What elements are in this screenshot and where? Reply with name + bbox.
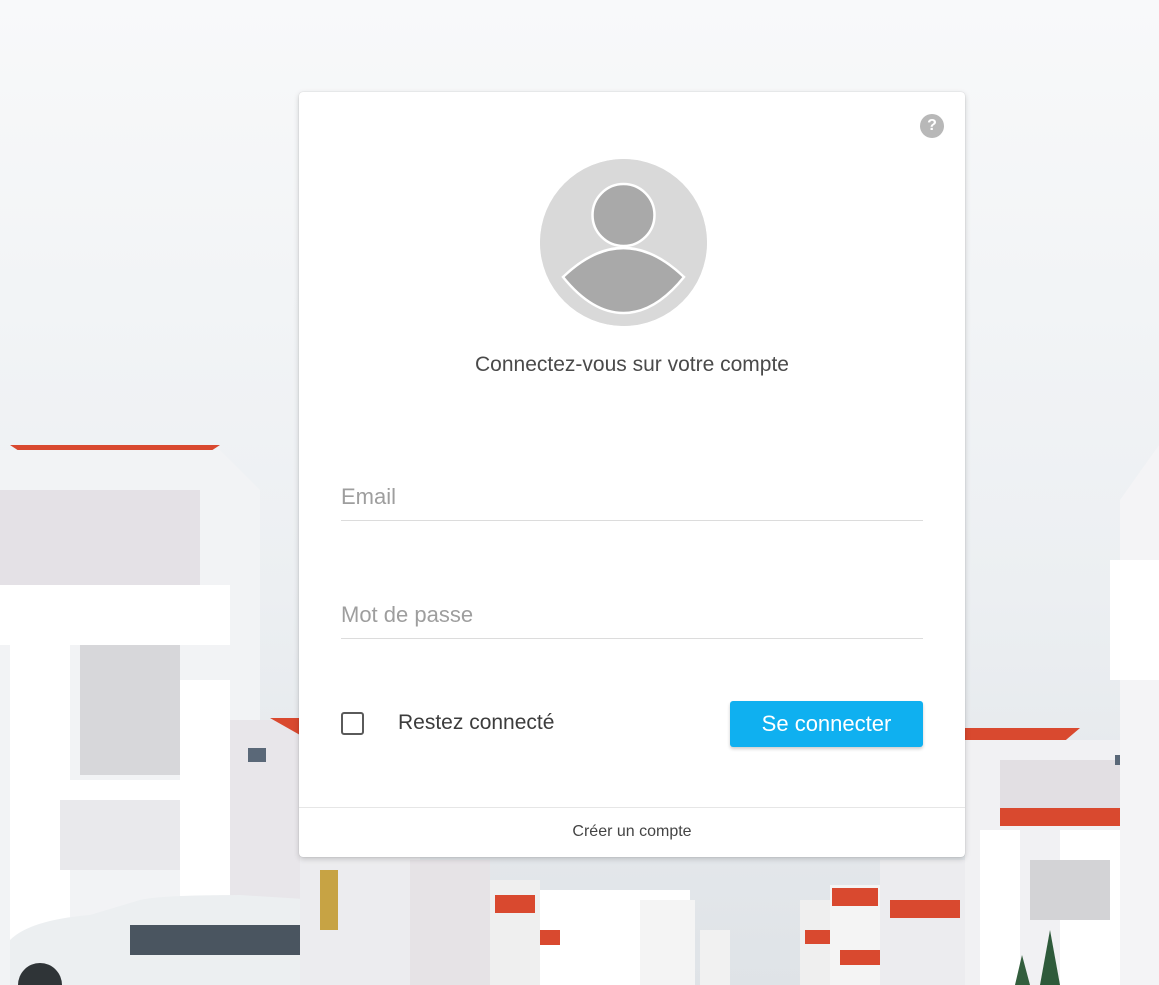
email-field-wrapper — [341, 484, 923, 521]
user-avatar-icon — [540, 159, 707, 326]
remember-me[interactable]: Restez connecté — [341, 709, 554, 737]
avatar — [540, 159, 707, 326]
remember-me-checkbox[interactable] — [341, 711, 364, 735]
login-card: ? Connectez-vous sur votre compte Restez… — [299, 92, 965, 857]
email-field[interactable] — [341, 484, 923, 520]
login-button[interactable]: Se connecter — [730, 701, 923, 747]
help-icon[interactable]: ? — [920, 114, 944, 138]
card-footer: Créer un compte — [299, 807, 965, 858]
password-field-wrapper — [341, 602, 923, 639]
password-field[interactable] — [341, 602, 923, 638]
login-title: Connectez-vous sur votre compte — [475, 353, 789, 376]
remember-me-label: Restez connecté — [398, 711, 555, 734]
create-account-link[interactable]: Créer un compte — [572, 823, 691, 840]
